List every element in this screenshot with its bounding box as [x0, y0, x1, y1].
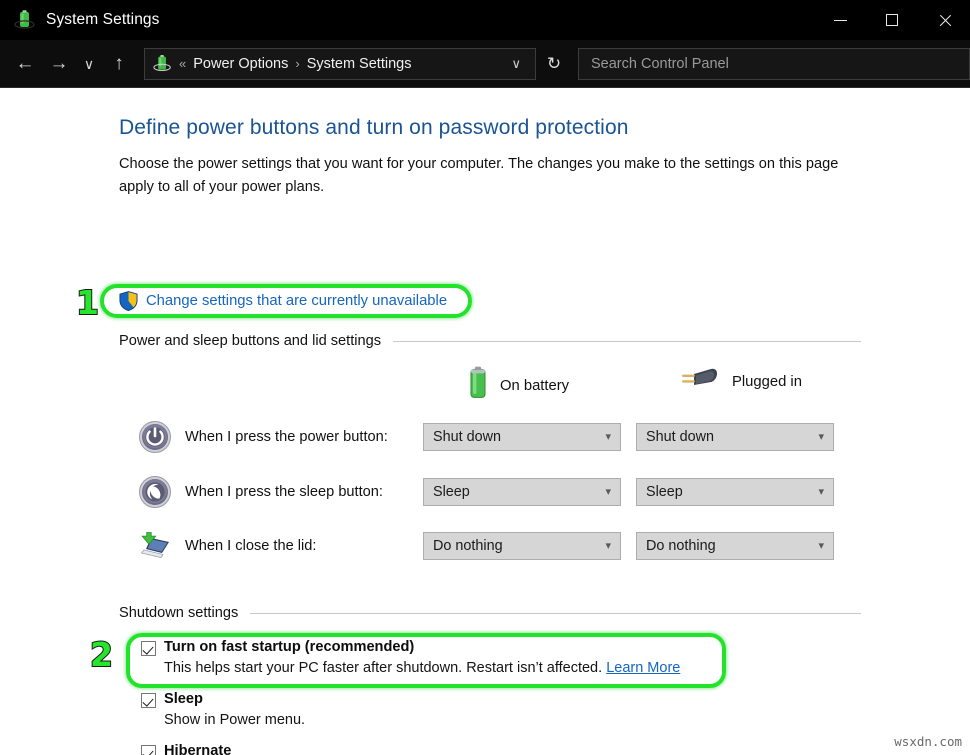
chevron-down-icon: ▾	[818, 432, 824, 443]
up-button[interactable]: ↑	[102, 47, 136, 81]
section-label: Shutdown settings	[119, 605, 250, 621]
option-title: Turn on fast startup (recommended)	[164, 639, 414, 655]
uac-shield-icon	[119, 291, 138, 311]
change-settings-link-row[interactable]: Change settings that are currently unava…	[119, 291, 447, 311]
breadcrumb-overflow[interactable]: «	[179, 56, 186, 71]
column-header-plugged-in: Plugged in	[680, 366, 802, 397]
section-label: Power and sleep buttons and lid settings	[119, 333, 393, 349]
battery-power-icon	[153, 54, 172, 73]
column-header-on-battery: On battery	[468, 366, 569, 405]
breadcrumb-item-power-options[interactable]: Power Options	[193, 56, 288, 72]
breadcrumb-separator: ›	[295, 56, 299, 71]
close-icon	[938, 14, 951, 27]
dropdown-value: Shut down	[433, 429, 501, 445]
setting-label: When I press the power button:	[185, 429, 388, 445]
power-button-icon	[138, 420, 172, 454]
search-input[interactable]: Search Control Panel	[578, 48, 970, 80]
dropdown-close-lid-plugged-in[interactable]: Do nothing ▾	[636, 532, 834, 560]
learn-more-link[interactable]: Learn More	[606, 660, 680, 676]
checkbox-hibernate[interactable]	[141, 745, 156, 755]
option-title: Hibernate	[164, 743, 231, 755]
dropdown-sleep-button-on-battery[interactable]: Sleep ▾	[423, 478, 621, 506]
maximize-button[interactable]	[866, 0, 918, 40]
column-label: On battery	[500, 378, 569, 394]
step-number-one: 1	[76, 286, 99, 319]
battery-power-icon	[14, 9, 36, 31]
section-divider	[250, 613, 861, 614]
recent-locations-button[interactable]: ∨	[76, 47, 102, 81]
system-settings-window: System Settings ← → ∨ ↑ « Power Options …	[0, 0, 970, 755]
option-description-text: This helps start your PC faster after sh…	[164, 660, 602, 676]
checkbox-sleep[interactable]	[141, 693, 156, 708]
dropdown-sleep-button-plugged-in[interactable]: Sleep ▾	[636, 478, 834, 506]
column-label: Plugged in	[732, 374, 802, 390]
refresh-button[interactable]: ↻	[536, 48, 572, 80]
setting-row-sleep-button: When I press the sleep button: Sleep ▾ S…	[138, 471, 838, 513]
chevron-down-icon: ▾	[605, 541, 611, 552]
power-plug-icon	[680, 366, 720, 397]
checkbox-fast-startup[interactable]	[141, 641, 156, 656]
breadcrumb-item-system-settings[interactable]: System Settings	[307, 56, 412, 72]
chevron-down-icon[interactable]: ∨	[503, 56, 529, 72]
section-header-shutdown: Shutdown settings	[119, 605, 861, 621]
address-bar[interactable]: « Power Options › System Settings ∨	[144, 48, 536, 80]
back-button[interactable]: ←	[8, 47, 42, 81]
option-title: Sleep	[164, 691, 203, 707]
section-header-power-lid: Power and sleep buttons and lid settings	[119, 333, 861, 349]
setting-row-close-lid: When I close the lid: Do nothing ▾ Do no…	[138, 525, 838, 567]
navigation-bar: ← → ∨ ↑ « Power Options › System Setting…	[0, 40, 970, 88]
laptop-lid-icon	[138, 529, 172, 563]
window-title: System Settings	[46, 11, 160, 29]
dropdown-value: Shut down	[646, 429, 714, 445]
dropdown-value: Sleep	[646, 484, 683, 500]
dropdown-value: Sleep	[433, 484, 470, 500]
minimize-button[interactable]	[814, 0, 866, 40]
change-settings-link[interactable]: Change settings that are currently unava…	[146, 293, 447, 309]
option-description: Show in Power menu.	[164, 712, 305, 728]
chevron-down-icon: ▾	[605, 487, 611, 498]
option-description: This helps start your PC faster after sh…	[164, 660, 680, 676]
chevron-down-icon: ▾	[605, 432, 611, 443]
window-controls	[814, 0, 970, 40]
chevron-down-icon: ▾	[818, 541, 824, 552]
title-bar: System Settings	[0, 0, 970, 40]
watermark: wsxdn.com	[894, 734, 962, 749]
page-description: Choose the power settings that you want …	[119, 153, 849, 199]
dropdown-value: Do nothing	[433, 538, 503, 554]
dropdown-power-button-on-battery[interactable]: Shut down ▾	[423, 423, 621, 451]
chevron-down-icon: ▾	[818, 487, 824, 498]
close-button[interactable]	[918, 0, 970, 40]
dropdown-power-button-plugged-in[interactable]: Shut down ▾	[636, 423, 834, 451]
search-placeholder: Search Control Panel	[591, 56, 729, 72]
dropdown-value: Do nothing	[646, 538, 716, 554]
minimize-icon	[834, 20, 847, 21]
step-number-two: 2	[90, 638, 113, 671]
forward-button[interactable]: →	[42, 47, 76, 81]
battery-icon	[468, 366, 488, 405]
sleep-moon-icon	[138, 475, 172, 509]
setting-label: When I press the sleep button:	[185, 484, 383, 500]
setting-label: When I close the lid:	[185, 538, 316, 554]
option-fast-startup: Turn on fast startup (recommended) This …	[141, 639, 680, 676]
page-title: Define power buttons and turn on passwor…	[119, 116, 629, 140]
section-divider	[393, 341, 861, 342]
setting-row-power-button: When I press the power button: Shut down…	[138, 416, 838, 458]
content-area: Define power buttons and turn on passwor…	[0, 88, 970, 755]
dropdown-close-lid-on-battery[interactable]: Do nothing ▾	[423, 532, 621, 560]
maximize-icon	[886, 14, 898, 26]
option-hibernate: Hibernate Show in Power menu.	[141, 743, 305, 755]
option-sleep: Sleep Show in Power menu.	[141, 691, 305, 728]
